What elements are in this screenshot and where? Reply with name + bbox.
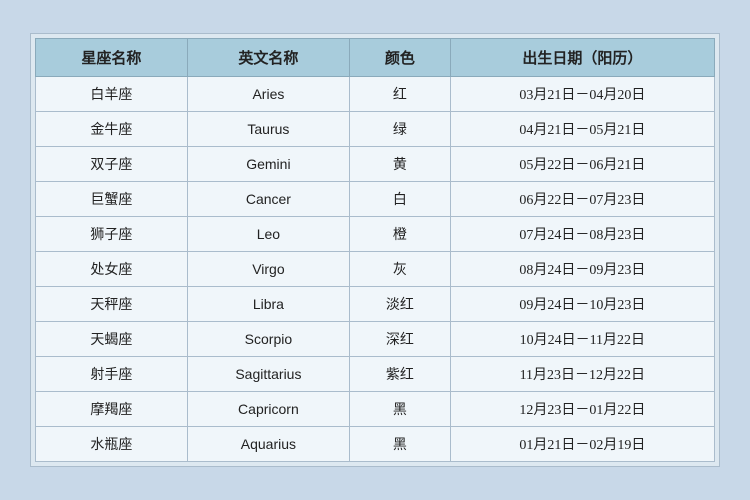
table-row: 狮子座Leo橙07月24日－08月23日 — [36, 217, 715, 252]
cell-english-name: Virgo — [187, 252, 349, 287]
header-color: 颜色 — [350, 39, 451, 77]
cell-english-name: Gemini — [187, 147, 349, 182]
cell-chinese-name: 金牛座 — [36, 112, 188, 147]
header-chinese-name: 星座名称 — [36, 39, 188, 77]
cell-color: 黄 — [350, 147, 451, 182]
cell-chinese-name: 摩羯座 — [36, 392, 188, 427]
cell-color: 紫红 — [350, 357, 451, 392]
cell-dates: 03月21日－04月20日 — [450, 77, 714, 112]
table-row: 处女座Virgo灰08月24日－09月23日 — [36, 252, 715, 287]
cell-chinese-name: 狮子座 — [36, 217, 188, 252]
cell-color: 深红 — [350, 322, 451, 357]
cell-chinese-name: 天秤座 — [36, 287, 188, 322]
cell-color: 橙 — [350, 217, 451, 252]
cell-dates: 11月23日－12月22日 — [450, 357, 714, 392]
cell-english-name: Sagittarius — [187, 357, 349, 392]
cell-english-name: Aquarius — [187, 427, 349, 462]
cell-english-name: Leo — [187, 217, 349, 252]
cell-english-name: Cancer — [187, 182, 349, 217]
cell-color: 灰 — [350, 252, 451, 287]
cell-chinese-name: 处女座 — [36, 252, 188, 287]
table-row: 天秤座Libra淡红09月24日－10月23日 — [36, 287, 715, 322]
cell-chinese-name: 水瓶座 — [36, 427, 188, 462]
cell-color: 黑 — [350, 427, 451, 462]
cell-chinese-name: 射手座 — [36, 357, 188, 392]
cell-english-name: Scorpio — [187, 322, 349, 357]
table-row: 射手座Sagittarius紫红11月23日－12月22日 — [36, 357, 715, 392]
table-row: 金牛座Taurus绿04月21日－05月21日 — [36, 112, 715, 147]
cell-english-name: Capricorn — [187, 392, 349, 427]
cell-color: 白 — [350, 182, 451, 217]
table-row: 双子座Gemini黄05月22日－06月21日 — [36, 147, 715, 182]
cell-dates: 05月22日－06月21日 — [450, 147, 714, 182]
cell-dates: 09月24日－10月23日 — [450, 287, 714, 322]
table-row: 巨蟹座Cancer白06月22日－07月23日 — [36, 182, 715, 217]
cell-chinese-name: 白羊座 — [36, 77, 188, 112]
cell-dates: 06月22日－07月23日 — [450, 182, 714, 217]
zodiac-table: 星座名称 英文名称 颜色 出生日期（阳历） 白羊座Aries红03月21日－04… — [35, 38, 715, 462]
cell-chinese-name: 天蝎座 — [36, 322, 188, 357]
table-row: 水瓶座Aquarius黑01月21日－02月19日 — [36, 427, 715, 462]
cell-chinese-name: 双子座 — [36, 147, 188, 182]
cell-dates: 12月23日－01月22日 — [450, 392, 714, 427]
zodiac-table-container: 星座名称 英文名称 颜色 出生日期（阳历） 白羊座Aries红03月21日－04… — [30, 33, 720, 467]
cell-dates: 01月21日－02月19日 — [450, 427, 714, 462]
cell-english-name: Taurus — [187, 112, 349, 147]
table-row: 天蝎座Scorpio深红10月24日－11月22日 — [36, 322, 715, 357]
cell-color: 黑 — [350, 392, 451, 427]
cell-color: 红 — [350, 77, 451, 112]
header-english-name: 英文名称 — [187, 39, 349, 77]
cell-english-name: Libra — [187, 287, 349, 322]
cell-dates: 08月24日－09月23日 — [450, 252, 714, 287]
table-row: 白羊座Aries红03月21日－04月20日 — [36, 77, 715, 112]
table-body: 白羊座Aries红03月21日－04月20日金牛座Taurus绿04月21日－0… — [36, 77, 715, 462]
cell-color: 绿 — [350, 112, 451, 147]
cell-english-name: Aries — [187, 77, 349, 112]
table-row: 摩羯座Capricorn黑12月23日－01月22日 — [36, 392, 715, 427]
cell-dates: 04月21日－05月21日 — [450, 112, 714, 147]
cell-chinese-name: 巨蟹座 — [36, 182, 188, 217]
cell-dates: 10月24日－11月22日 — [450, 322, 714, 357]
cell-dates: 07月24日－08月23日 — [450, 217, 714, 252]
table-header-row: 星座名称 英文名称 颜色 出生日期（阳历） — [36, 39, 715, 77]
header-dates: 出生日期（阳历） — [450, 39, 714, 77]
cell-color: 淡红 — [350, 287, 451, 322]
